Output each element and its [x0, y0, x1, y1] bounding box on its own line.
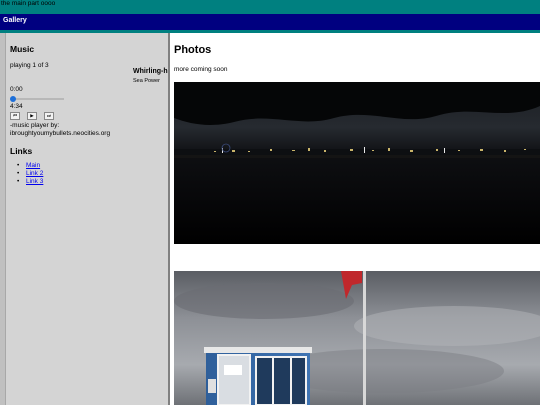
link-3[interactable]: Link 3: [26, 178, 43, 185]
next-button[interactable]: ⏭: [44, 112, 54, 120]
link-item: Link 3: [17, 178, 43, 186]
playing-status: playing 1 of 3: [10, 62, 49, 69]
top-banner: the main part oooo: [0, 0, 540, 14]
play-icon: ▶: [30, 113, 34, 118]
links-list: Main Link 2 Link 3: [17, 162, 43, 186]
link-item: Link 2: [17, 170, 43, 178]
seek-track: [12, 98, 64, 100]
link-item: Main: [17, 162, 43, 170]
credit-url: ibroughtyoumybullets.neocities.org: [10, 130, 111, 137]
links-heading: Links: [10, 146, 33, 156]
link-2[interactable]: Link 2: [26, 170, 43, 177]
song-title: Whirling-h: [133, 68, 168, 75]
credit-line: -music player by:: [10, 122, 60, 129]
song-artist: Sea Power: [133, 78, 160, 84]
sidebar: Music playing 1 of 3 Whirling-h Sea Powe…: [0, 33, 170, 405]
current-time: 0:00: [10, 86, 23, 93]
sidebar-panel: Music playing 1 of 3 Whirling-h Sea Powe…: [5, 33, 168, 405]
link-main[interactable]: Main: [26, 162, 40, 169]
next-icon: ⏭: [46, 113, 52, 118]
duration: 4:34: [10, 103, 23, 110]
photos-subtitle: more coming soon: [174, 66, 228, 73]
night-skyline-photo: [174, 82, 540, 244]
seek-slider[interactable]: [10, 96, 64, 102]
play-button[interactable]: ▶: [27, 112, 37, 120]
photos-heading: Photos: [174, 44, 212, 56]
previous-icon: ⏮: [12, 113, 18, 118]
window-title-bar: Gallery: [0, 14, 540, 30]
main-content: Photos more coming soon: [170, 33, 540, 405]
portable-cabin-photo: [174, 271, 540, 405]
music-heading: Music: [10, 44, 35, 54]
window-title: Gallery: [3, 17, 27, 24]
previous-button[interactable]: ⏮: [10, 112, 20, 120]
banner-text: the main part oooo: [1, 0, 56, 7]
seek-handle[interactable]: [10, 96, 16, 102]
